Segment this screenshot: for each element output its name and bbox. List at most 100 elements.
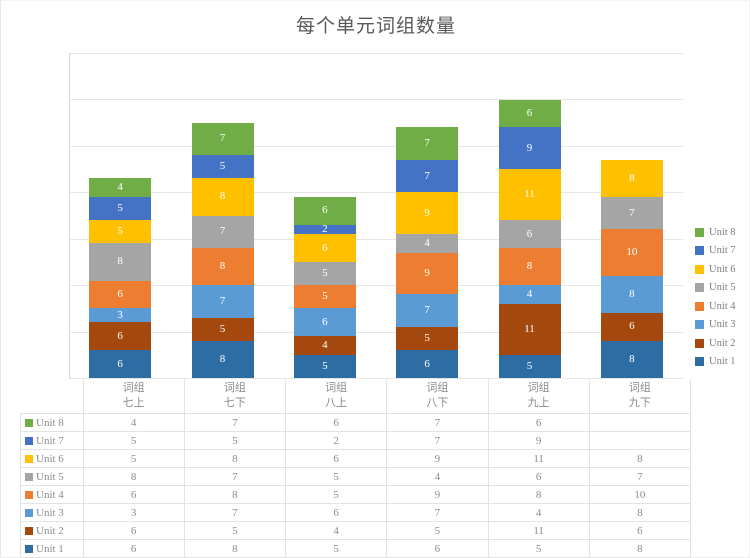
bar-segment-unit-1[interactable]: 6 [396,350,459,378]
data-table-cell: 6 [82,539,185,558]
stacked-bar[interactable]: 85787857 [191,122,254,378]
data-table-cell: 9 [386,485,489,504]
bar-segment-unit-4[interactable]: 10 [600,229,663,276]
bar-segment-unit-5[interactable]: 8 [89,243,152,281]
bar-segment-unit-7[interactable]: 5 [89,197,152,221]
data-table-cell: 5 [82,431,185,450]
bar-segment-unit-3[interactable]: 6 [293,308,356,337]
data-table-row-header: Unit 1 [20,539,84,558]
bar-segment-unit-2[interactable]: 5 [191,317,254,341]
bar-segment-unit-2[interactable]: 5 [396,326,459,351]
chart-legend: Unit 8 Unit 7 Unit 6 Unit 5 Unit 4 Unit 3 Unit… [695,223,750,371]
data-table-row-header: Unit 6 [20,449,84,468]
row-swatch-icon [25,418,33,427]
bar-segment-unit-8[interactable]: 7 [396,127,459,160]
data-table-cell: 4 [386,467,489,486]
bar-segment-unit-2[interactable]: 4 [293,336,356,355]
bar-segment-unit-8[interactable]: 6 [498,99,561,128]
gridline [69,238,683,240]
data-table-cell: 5 [183,431,287,450]
bar-segment-unit-2[interactable]: 6 [89,322,152,351]
category-label-line: 七上 [122,397,145,409]
bar-segment-unit-5[interactable]: 5 [293,261,356,286]
category-label-line: 八上 [325,397,348,409]
bar-segment-unit-7[interactable]: 9 [498,127,561,170]
bar-segment-unit-6[interactable]: 8 [600,159,663,197]
bar-segment-unit-8[interactable]: 4 [89,178,152,197]
legend-item-unit-1[interactable]: Unit 1 [695,353,750,372]
bar-segment-unit-3[interactable]: 7 [191,285,254,318]
stacked-bar[interactable]: 54655626 [293,197,356,378]
data-table-row: Unit 847676 [20,413,692,432]
row-swatch-icon [25,490,33,499]
bar-segment-unit-5[interactable]: 7 [600,196,663,230]
data-table-cell: 6 [284,503,388,522]
bar-segment-unit-5[interactable]: 6 [498,220,561,249]
row-swatch-icon [25,436,33,445]
bar-segment-unit-7[interactable]: 5 [191,155,254,179]
bar-segment-unit-1[interactable]: 5 [498,354,561,378]
data-table-row-header: Unit 7 [20,431,84,450]
stacked-bar[interactable]: 65794977 [396,127,459,378]
data-table-cell: 5 [386,521,489,540]
bar-segment-unit-6[interactable]: 5 [89,220,152,244]
legend-item-unit-3[interactable]: Unit 3 [695,316,750,335]
data-table-cell: 10 [588,485,692,504]
bar-segment-unit-1[interactable]: 6 [89,350,152,378]
bar-segment-unit-2[interactable]: 11 [498,303,561,355]
bar-segment-unit-6[interactable]: 11 [498,169,561,221]
bar-segment-unit-3[interactable]: 3 [89,308,152,323]
bar-segment-unit-6[interactable]: 8 [191,178,254,216]
data-table-cell: 7 [386,503,489,522]
row-swatch-icon [25,526,33,535]
legend-item-label: Unit 1 [709,356,736,368]
gridline [69,285,683,287]
data-table-column-header: 词组 九下 [588,379,692,414]
bar-segment-unit-3[interactable]: 7 [396,294,459,327]
legend-item-unit-8[interactable]: Unit 8 [695,223,750,242]
category-label-line: 七下 [223,397,246,409]
bar-segment-unit-5[interactable]: 7 [191,215,254,249]
data-table-row-header: Unit 3 [20,503,84,522]
bar-segment-unit-5[interactable]: 4 [396,234,459,253]
bar-segment-unit-8[interactable]: 7 [191,122,254,156]
data-table-cell: 9 [386,449,489,468]
data-table-cell: 4 [82,413,185,432]
legend-item-unit-2[interactable]: Unit 2 [695,334,750,353]
chart-container: 每个单元词组数量 010203040506070 663685548578785… [0,0,750,558]
data-table-cell: 8 [82,467,185,486]
bar-segment-unit-3[interactable]: 8 [600,275,663,314]
legend-item-unit-4[interactable]: Unit 4 [695,297,750,316]
data-table-cell: 6 [588,521,692,540]
bar-segment-unit-1[interactable]: 8 [191,340,254,378]
bar-segment-unit-1[interactable]: 5 [293,354,356,378]
bar-segment-unit-7[interactable]: 7 [396,159,459,193]
bar-segment-unit-6[interactable]: 9 [396,192,459,235]
bar-segment-unit-6[interactable]: 6 [293,234,356,262]
legend-item-unit-5[interactable]: Unit 5 [695,279,750,298]
bar-segment-unit-4[interactable]: 5 [293,285,356,309]
legend-item-label: Unit 5 [709,282,736,294]
bar-segment-unit-4[interactable]: 9 [396,252,459,295]
row-swatch-icon [25,454,33,463]
legend-item-label: Unit 8 [709,226,736,238]
bar-segment-unit-4[interactable]: 8 [498,248,561,286]
legend-item-unit-6[interactable]: Unit 6 [695,260,750,279]
stacked-bar[interactable]: 8 6 8 10 7 8 [600,159,663,378]
data-table-cell [588,431,692,450]
stacked-bar[interactable]: 5 11 4 8 6 11 9 6 [498,99,561,378]
bar-segment-unit-7[interactable]: 2 [293,224,356,235]
legend-swatch-icon [695,246,704,256]
bar-segment-unit-3[interactable]: 4 [498,285,561,304]
data-table-row-header: Unit 5 [20,467,84,486]
bar-segment-unit-2[interactable]: 6 [600,313,663,341]
category-label-line: 九上 [527,397,550,409]
gridline [69,99,683,101]
bar-segment-unit-4[interactable]: 6 [89,280,152,309]
bar-segment-unit-8[interactable]: 6 [293,197,356,225]
bar-segment-unit-4[interactable]: 8 [191,248,254,286]
gridline [69,53,683,54]
stacked-bar[interactable]: 66368554 [89,178,152,378]
legend-item-unit-7[interactable]: Unit 7 [695,242,750,261]
bar-segment-unit-1[interactable]: 8 [600,340,663,378]
